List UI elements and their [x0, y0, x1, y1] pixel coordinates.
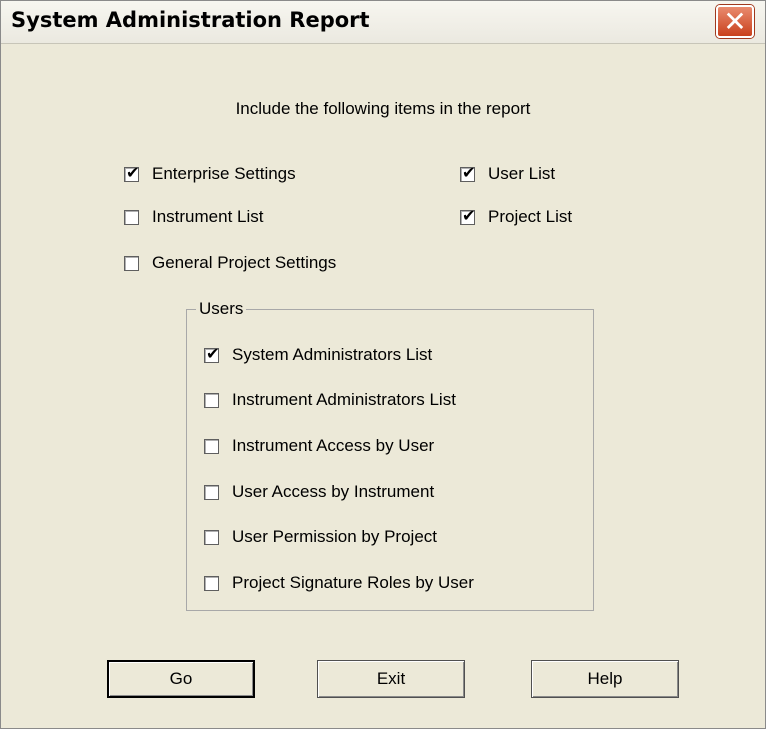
title-bar[interactable]: System Administration Report ✕	[1, 1, 765, 44]
system-administrators-list-checkbox[interactable]: ✔	[204, 343, 220, 363]
user-list-checkbox[interactable]: ✔	[460, 162, 476, 182]
instrument-administrators-list-label: Instrument Administrators List	[232, 390, 456, 409]
enterprise-settings-option[interactable]: ✔ Enterprise Settings	[124, 163, 296, 185]
project-list-label: Project List	[488, 207, 573, 226]
instrument-list-option[interactable]: Instrument List	[124, 206, 264, 228]
user-permission-by-project-label: User Permission by Project	[232, 527, 438, 546]
user-access-by-instrument-checkbox[interactable]	[204, 484, 219, 500]
instrument-administrators-list-checkbox[interactable]	[204, 392, 219, 408]
check-icon: ✔	[462, 205, 476, 225]
instrument-list-label: Instrument List	[152, 207, 264, 226]
close-button[interactable]: ✕	[716, 5, 754, 38]
user-list-option[interactable]: ✔ User List	[460, 163, 555, 185]
system-administrators-list-option[interactable]: ✔ System Administrators List	[204, 344, 432, 366]
project-signature-roles-by-user-option[interactable]: Project Signature Roles by User	[204, 572, 474, 594]
general-project-settings-option[interactable]: General Project Settings	[124, 252, 336, 274]
user-permission-by-project-checkbox[interactable]	[204, 529, 219, 545]
check-icon: ✔	[462, 162, 476, 182]
general-project-settings-checkbox[interactable]	[124, 255, 139, 271]
instrument-administrators-list-option[interactable]: Instrument Administrators List	[204, 389, 456, 411]
go-button[interactable]: Go	[107, 660, 255, 698]
instrument-list-checkbox[interactable]	[124, 209, 139, 225]
instruction-text: Include the following items in the repor…	[235, 99, 531, 118]
report-dialog: System Administration Report ✕ Include t…	[0, 0, 766, 729]
exit-button[interactable]: Exit	[317, 660, 465, 698]
check-icon: ✔	[126, 162, 140, 182]
general-project-settings-label: General Project Settings	[152, 253, 337, 272]
check-icon: ✔	[206, 343, 220, 363]
user-access-by-instrument-label: User Access by Instrument	[232, 482, 435, 501]
window-title: System Administration Report	[11, 8, 370, 32]
help-button[interactable]: Help	[531, 660, 679, 698]
project-list-checkbox[interactable]: ✔	[460, 205, 476, 225]
enterprise-settings-checkbox[interactable]: ✔	[124, 162, 140, 182]
users-group-title: Users	[196, 299, 247, 319]
project-list-option[interactable]: ✔ Project List	[460, 206, 572, 228]
system-administrators-list-label: System Administrators List	[232, 345, 433, 364]
user-access-by-instrument-option[interactable]: User Access by Instrument	[204, 481, 434, 503]
instrument-access-by-user-label: Instrument Access by User	[232, 436, 435, 455]
user-list-label: User List	[488, 164, 556, 183]
instrument-access-by-user-option[interactable]: Instrument Access by User	[204, 435, 434, 457]
enterprise-settings-label: Enterprise Settings	[152, 164, 296, 183]
project-signature-roles-by-user-label: Project Signature Roles by User	[232, 573, 474, 592]
user-permission-by-project-option[interactable]: User Permission by Project	[204, 526, 437, 548]
instrument-access-by-user-checkbox[interactable]	[204, 438, 219, 454]
project-signature-roles-by-user-checkbox[interactable]	[204, 575, 219, 591]
